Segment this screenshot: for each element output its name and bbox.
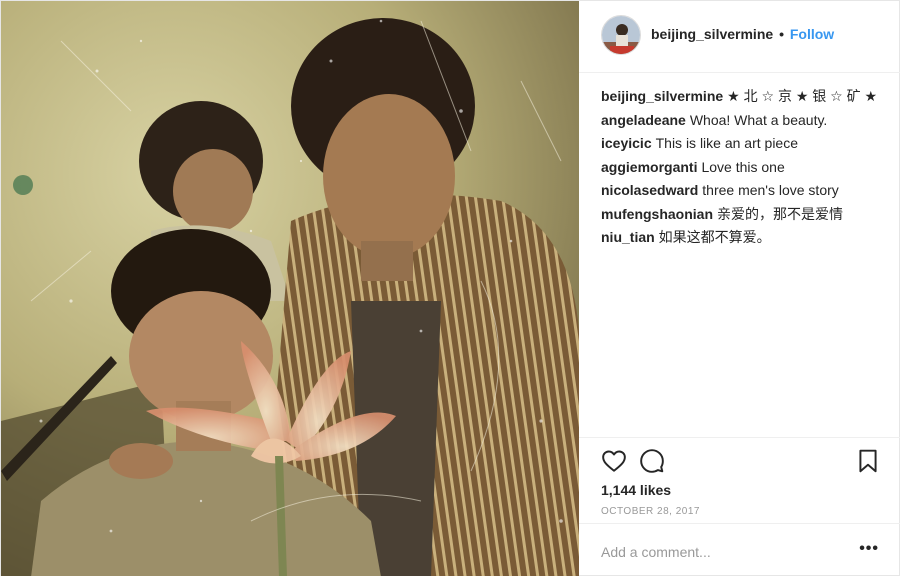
author-avatar[interactable]: [601, 15, 641, 55]
comment-text: This is like an art piece: [655, 135, 799, 151]
post-date: OCTOBER 28, 2017: [601, 506, 700, 517]
comment-text: Love this one: [701, 158, 785, 175]
comment-text: 亲爱的，那不是爱情: [717, 205, 844, 222]
comment-username[interactable]: iceyicic: [601, 135, 652, 151]
heart-icon[interactable]: [601, 448, 627, 474]
comment-item: nicolasedward three men's love story: [601, 179, 891, 203]
comment-username[interactable]: beijing_silvermine: [601, 88, 723, 104]
comment-text: ★ 北 ☆ 京 ★ 银 ☆ 矿 ★: [727, 88, 878, 104]
comment-username[interactable]: mufengshaonian: [601, 206, 713, 222]
speech-bubble-icon[interactable]: [639, 448, 665, 474]
author-username[interactable]: beijing_silvermine: [651, 26, 773, 42]
comment-text: 如果这都不算爱。: [658, 229, 771, 245]
separator-dot: •: [779, 26, 784, 42]
comment-username[interactable]: aggiemorganti: [601, 159, 697, 175]
likes-count[interactable]: 1,144 likes: [601, 482, 671, 498]
comment-username[interactable]: nicolasedward: [601, 182, 698, 198]
comment-item: beijing_silvermine ★ 北 ☆ 京 ★ 银 ☆ 矿 ★: [601, 85, 891, 109]
post-header: beijing_silvermine • Follow: [579, 1, 900, 73]
comment-text: Whoa! What a beauty.: [689, 111, 828, 128]
comment-username[interactable]: angeladeane: [601, 112, 686, 128]
comment-item: angeladeane Whoa! What a beauty.: [601, 109, 891, 133]
avatar-image: [602, 16, 640, 54]
bookmark-icon[interactable]: [855, 448, 881, 474]
comment-item: aggiemorganti Love this one: [601, 156, 891, 180]
comments-list: beijing_silvermine ★ 北 ☆ 京 ★ 银 ☆ 矿 ★ ange…: [601, 85, 891, 250]
add-comment-bar: Add a comment... •••: [579, 523, 900, 576]
comment-item: iceyicic This is like an art piece: [601, 132, 891, 156]
vintage-photo-illustration: [1, 1, 579, 576]
comment-item: niu_tian 如果这都不算爱。: [601, 226, 891, 250]
post-photo[interactable]: [1, 1, 579, 576]
author-line: beijing_silvermine • Follow: [651, 26, 834, 42]
comment-username[interactable]: niu_tian: [601, 229, 655, 245]
follow-button[interactable]: Follow: [790, 26, 834, 42]
more-options-icon[interactable]: •••: [859, 541, 879, 557]
comment-item: mufengshaonian 亲爱的，那不是爱情: [601, 203, 891, 227]
post-window: beijing_silvermine • Follow beijing_silv…: [0, 0, 900, 576]
add-comment-input[interactable]: Add a comment...: [601, 544, 711, 560]
action-bar: 1,144 likes OCTOBER 28, 2017: [579, 437, 900, 523]
comment-text: three men's love story: [702, 182, 839, 198]
post-side-panel: beijing_silvermine • Follow beijing_silv…: [579, 1, 900, 576]
